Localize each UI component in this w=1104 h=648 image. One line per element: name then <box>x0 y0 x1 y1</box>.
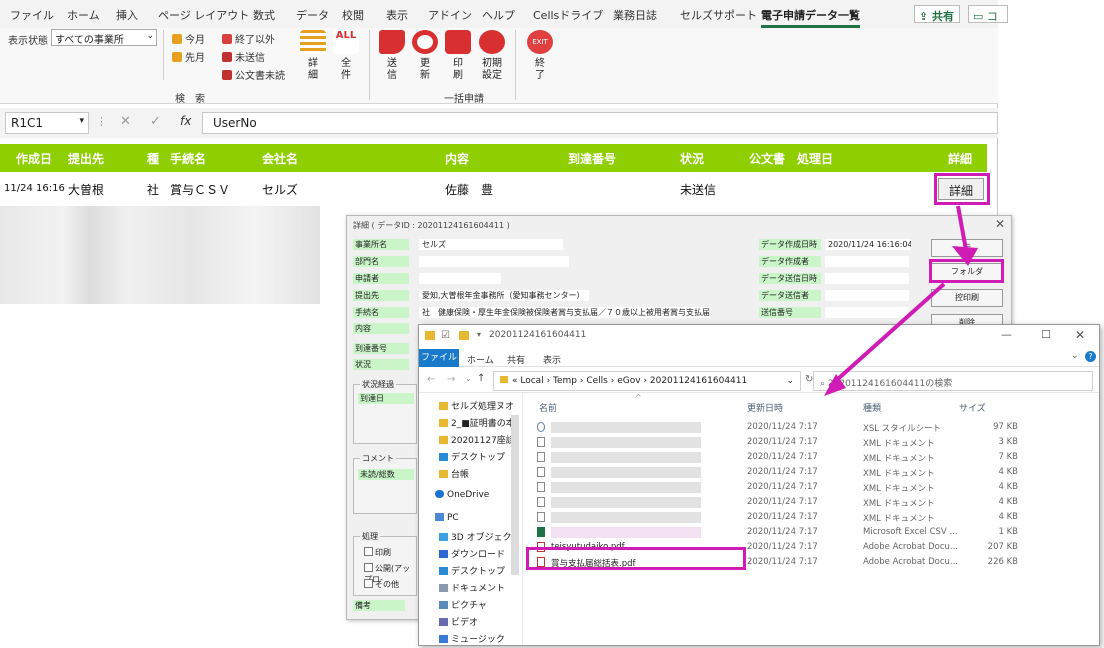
arrow-line <box>956 205 968 251</box>
annotation-arrows <box>824 205 978 396</box>
arrow-head <box>952 246 978 266</box>
arrow-line <box>828 282 946 388</box>
